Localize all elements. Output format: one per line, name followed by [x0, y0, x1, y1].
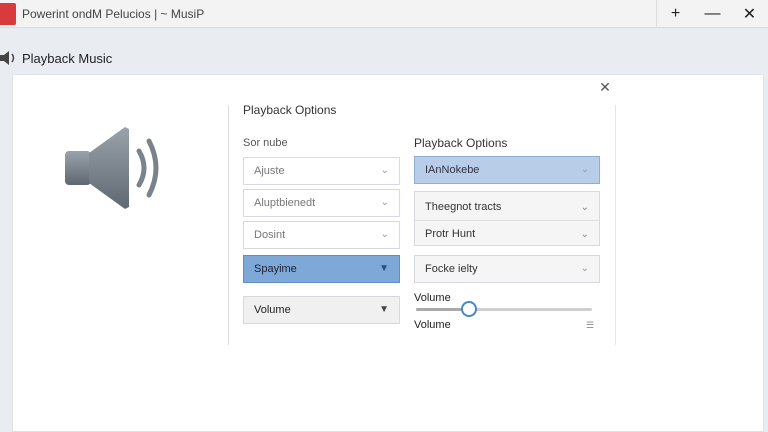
page-title: Playback Music: [22, 50, 113, 66]
right-section-title: Playback Options: [414, 136, 508, 150]
chevron-down-icon: ⌄: [580, 228, 589, 240]
speaker-volume-icon: [65, 127, 159, 209]
new-window-button[interactable]: +: [657, 0, 694, 28]
app-logo-icon: [0, 2, 16, 25]
left-section-title: Playback Options: [243, 103, 337, 117]
chevron-down-icon: ⌄: [580, 201, 589, 213]
page-header: Playback Music: [0, 40, 112, 76]
dialog-close-button[interactable]: ✕: [597, 79, 613, 95]
dropdown-focke[interactable]: Focke ielty ⌄: [414, 255, 600, 283]
volume-label-top: Volume: [414, 292, 451, 304]
window-title: Powerint ondM Pelucios | ~ MusiP: [22, 6, 205, 21]
title-bar: Powerint ondM Pelucios | ~ MusiP + — ✕: [0, 0, 768, 28]
chevron-down-icon: ⌄: [380, 165, 389, 176]
caret-down-icon: ▼: [379, 304, 389, 315]
dropdown-dosint[interactable]: Dosint ⌄: [243, 221, 400, 249]
window-controls: + — ✕: [656, 0, 768, 28]
left-sub-label: Sor nube: [243, 137, 288, 149]
close-window-button[interactable]: ✕: [731, 0, 768, 28]
speaker-icon: [0, 51, 15, 65]
caret-down-icon: ▼: [379, 263, 389, 274]
dropdown-nokebe-highlighted[interactable]: IAnNokebe ⌄: [414, 156, 600, 184]
playback-dialog: ✕ Playback Options Sor nube Ajuste ⌄ Alu…: [12, 74, 764, 432]
dropdown-volume[interactable]: Volume ▼: [243, 296, 400, 324]
chevron-down-icon: ⌄: [380, 197, 389, 208]
dropdown-group: Theegnot tracts ⌄ Protr Hunt ⌄: [414, 191, 600, 246]
column-divider-right: [615, 105, 616, 345]
volume-slider-thumb[interactable]: [460, 301, 477, 317]
chevron-down-icon: ⌄: [580, 164, 589, 175]
dropdown-tracts[interactable]: Theegnot tracts ⌄: [415, 194, 599, 220]
list-icon[interactable]: ☰: [586, 320, 594, 331]
dropdown-hunt[interactable]: Protr Hunt ⌄: [415, 221, 599, 247]
column-divider: [228, 105, 229, 345]
dropdown-spayime-selected[interactable]: Spayime ▼: [243, 255, 400, 283]
dropdown-adjustment[interactable]: Aluptbienedt ⌄: [243, 189, 400, 217]
volume-label-bottom: Volume: [414, 319, 451, 331]
chevron-down-icon: ⌄: [580, 263, 589, 274]
dropdown-ajuste[interactable]: Ajuste ⌄: [243, 157, 400, 185]
chevron-down-icon: ⌄: [380, 229, 389, 240]
minimize-button[interactable]: —: [694, 0, 731, 28]
